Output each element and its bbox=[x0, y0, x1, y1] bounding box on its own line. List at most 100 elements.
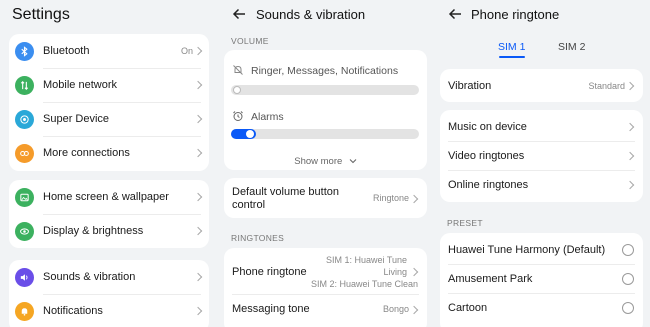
sim2-ringtone: SIM 2: Huawei Tune Clean bbox=[311, 279, 419, 289]
show-more-button[interactable]: Show more bbox=[224, 151, 427, 169]
radio-button[interactable] bbox=[622, 244, 634, 256]
chevron-down-icon bbox=[349, 159, 357, 164]
sound-card: Sounds & vibration Notifications bbox=[9, 260, 209, 327]
phone-ringtone-value: SIM 1: Huawei Tune Living SIM 2: Huawei … bbox=[311, 254, 419, 290]
chevron-right-icon bbox=[193, 306, 203, 316]
vibration-item[interactable]: Vibration Standard bbox=[440, 69, 643, 102]
chevron-right-icon bbox=[193, 272, 203, 282]
ringer-label: Ringer, Messages, Notifications bbox=[251, 65, 399, 77]
bluetooth-label: Bluetooth bbox=[43, 45, 90, 57]
chevron-right-icon bbox=[193, 192, 203, 202]
online-ringtones-item[interactable]: Online ringtones bbox=[440, 170, 643, 199]
chevron-right-icon bbox=[193, 80, 203, 90]
volume-card: Ringer, Messages, Notifications Alarms S… bbox=[224, 50, 427, 170]
sim1-ringtone: SIM 1: Huawei Tune Living bbox=[325, 255, 407, 277]
sounds-vibration-label: Sounds & vibration bbox=[43, 271, 136, 283]
back-arrow-icon[interactable] bbox=[232, 8, 246, 20]
chevron-right-icon bbox=[409, 305, 419, 315]
more-connections-item[interactable]: More connections bbox=[9, 136, 209, 170]
alarm-clock-icon bbox=[233, 111, 243, 121]
settings-panel: Settings Bluetooth On Mobile network Sup… bbox=[0, 0, 218, 327]
chevron-right-icon bbox=[625, 122, 635, 132]
super-device-icon bbox=[15, 110, 34, 129]
more-connections-label: More connections bbox=[43, 147, 130, 159]
sounds-vibration-item[interactable]: Sounds & vibration bbox=[9, 260, 209, 294]
preset-section-header: PRESET bbox=[447, 218, 483, 228]
tab-active-indicator bbox=[499, 56, 525, 58]
messaging-tone-label: Messaging tone bbox=[232, 303, 310, 315]
display-card: Home screen & wallpaper Display & bright… bbox=[9, 180, 209, 248]
ringer-volume-slider[interactable] bbox=[231, 85, 419, 95]
radio-button[interactable] bbox=[622, 302, 634, 314]
music-on-device-label: Music on device bbox=[448, 121, 527, 133]
bell-muted-icon bbox=[233, 65, 243, 75]
super-device-label: Super Device bbox=[43, 113, 110, 125]
alarms-slider-knob[interactable] bbox=[246, 130, 254, 138]
phone-ringtone-label: Phone ringtone bbox=[232, 266, 307, 278]
home-screen-item[interactable]: Home screen & wallpaper bbox=[9, 180, 209, 214]
tab-sim1[interactable]: SIM 1 bbox=[498, 41, 525, 53]
chevron-right-icon bbox=[193, 114, 203, 124]
preset-label: Cartoon bbox=[448, 302, 488, 314]
notifications-label: Notifications bbox=[43, 305, 103, 317]
bluetooth-item[interactable]: Bluetooth On bbox=[9, 34, 209, 68]
default-volume-item[interactable]: Default volume button control Ringtone bbox=[224, 178, 427, 218]
phone-ringtone-item[interactable]: Phone ringtone SIM 1: Huawei Tune Living… bbox=[224, 248, 427, 294]
online-ringtones-label: Online ringtones bbox=[448, 179, 529, 191]
mobile-network-icon bbox=[15, 76, 34, 95]
preset-card: Huawei Tune Harmony (Default) Amusement … bbox=[440, 233, 643, 327]
mobile-network-item[interactable]: Mobile network bbox=[9, 68, 209, 102]
chevron-right-icon bbox=[409, 267, 419, 277]
default-volume-label: Default volume button control bbox=[232, 186, 340, 211]
vibration-value: Standard bbox=[588, 81, 625, 91]
page-title: Sounds & vibration bbox=[256, 7, 366, 22]
sound-icon bbox=[15, 268, 34, 287]
bluetooth-icon bbox=[15, 42, 34, 61]
display-brightness-label: Display & brightness bbox=[43, 225, 144, 237]
back-arrow-icon[interactable] bbox=[448, 8, 462, 20]
notifications-item[interactable]: Notifications bbox=[9, 294, 209, 327]
alarms-label: Alarms bbox=[251, 111, 284, 123]
chevron-right-icon bbox=[193, 226, 203, 236]
chevron-right-icon bbox=[625, 180, 635, 190]
super-device-item[interactable]: Super Device bbox=[9, 102, 209, 136]
display-icon bbox=[15, 222, 34, 241]
notifications-icon bbox=[15, 302, 34, 321]
connectivity-card: Bluetooth On Mobile network Super Device bbox=[9, 34, 209, 171]
default-volume-value: Ringtone bbox=[372, 193, 409, 203]
volume-section-header: VOLUME bbox=[231, 36, 269, 46]
more-connections-icon bbox=[15, 144, 34, 163]
alarms-volume-slider[interactable] bbox=[231, 129, 419, 139]
phone-ringtone-panel: Phone ringtone SIM 1 SIM 2 Vibration Sta… bbox=[434, 0, 650, 327]
page-title: Phone ringtone bbox=[471, 7, 560, 22]
show-more-label: Show more bbox=[294, 156, 343, 167]
chevron-right-icon bbox=[193, 148, 203, 158]
ringer-slider-knob[interactable] bbox=[233, 86, 241, 94]
preset-item[interactable]: Amusement Park bbox=[440, 264, 643, 293]
ringtones-card: Phone ringtone SIM 1: Huawei Tune Living… bbox=[224, 248, 427, 327]
display-brightness-item[interactable]: Display & brightness bbox=[9, 214, 209, 248]
sounds-panel: Sounds & vibration VOLUME Ringer, Messag… bbox=[218, 0, 434, 327]
chevron-right-icon bbox=[625, 81, 635, 91]
mobile-network-label: Mobile network bbox=[43, 79, 117, 91]
chevron-right-icon bbox=[625, 151, 635, 161]
messaging-tone-item[interactable]: Messaging tone Bongo bbox=[224, 295, 427, 325]
preset-label: Huawei Tune Harmony (Default) bbox=[448, 244, 606, 256]
ringtones-section-header: RINGTONES bbox=[231, 233, 285, 243]
settings-title: Settings bbox=[12, 6, 70, 23]
video-ringtones-item[interactable]: Video ringtones bbox=[440, 141, 643, 170]
music-on-device-item[interactable]: Music on device bbox=[440, 112, 643, 141]
chevron-right-icon bbox=[409, 194, 419, 204]
ringtone-sources-card: Music on device Video ringtones Online r… bbox=[440, 110, 643, 202]
video-ringtones-label: Video ringtones bbox=[448, 150, 525, 162]
home-screen-label: Home screen & wallpaper bbox=[43, 191, 169, 203]
preset-item[interactable]: Cartoon bbox=[440, 293, 643, 322]
home-screen-icon bbox=[15, 188, 34, 207]
bluetooth-status: On bbox=[181, 46, 194, 56]
messaging-tone-value: Bongo bbox=[382, 304, 409, 314]
vibration-label: Vibration bbox=[448, 80, 492, 92]
tab-sim2[interactable]: SIM 2 bbox=[558, 41, 585, 53]
preset-label: Amusement Park bbox=[448, 273, 533, 285]
radio-button[interactable] bbox=[622, 273, 634, 285]
preset-item[interactable]: Huawei Tune Harmony (Default) bbox=[440, 235, 643, 264]
